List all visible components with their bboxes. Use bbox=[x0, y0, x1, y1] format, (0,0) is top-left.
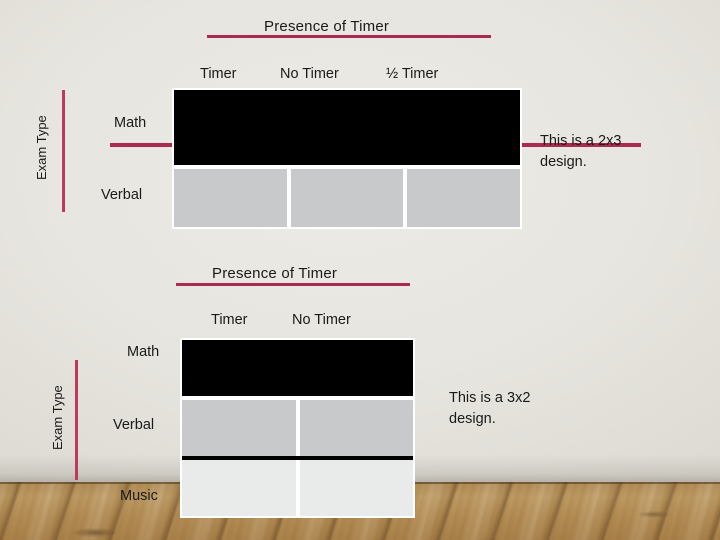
design-b-table bbox=[180, 338, 415, 518]
slide-canvas: Presence of Timer Timer No Timer ½ Timer… bbox=[0, 0, 720, 540]
design-a-cell-1-2 bbox=[407, 168, 521, 227]
design-b-cell-2-0 bbox=[182, 460, 296, 516]
design-a-note-line-1: This is a 2x3 bbox=[540, 133, 622, 149]
design-b-note-line-1: This is a 3x2 bbox=[449, 390, 531, 406]
design-a-table bbox=[172, 88, 522, 229]
design-b-axis-label: Exam Type bbox=[50, 385, 65, 450]
design-a-left-connector bbox=[110, 143, 173, 147]
design-b-title-underline bbox=[176, 283, 410, 286]
design-a-axis-label: Exam Type bbox=[34, 115, 49, 180]
design-a-row-label-1: Verbal bbox=[101, 187, 143, 203]
design-b-cell-0-0 bbox=[182, 340, 298, 396]
design-a-cell-0-2 bbox=[404, 90, 520, 165]
design-a-column-header-1: No Timer bbox=[280, 66, 339, 82]
design-b-axis-rule bbox=[75, 360, 78, 480]
design-a-table-row bbox=[174, 90, 520, 165]
design-a-cell-0-0 bbox=[174, 90, 290, 165]
design-a-row-label-0: Math bbox=[114, 115, 147, 131]
design-a-column-header-2: ½ Timer bbox=[386, 66, 439, 82]
design-a-cell-1-1 bbox=[290, 168, 404, 227]
design-b-row-label-2: Music bbox=[120, 488, 158, 504]
design-a-cell-0-1 bbox=[289, 90, 405, 165]
design-b-note-line-2: design. bbox=[449, 411, 496, 427]
design-b-row-label-1: Verbal bbox=[113, 417, 155, 433]
design-a-table-row bbox=[174, 168, 521, 227]
design-b-row-label-0: Math bbox=[127, 344, 160, 360]
design-a-cell-1-0 bbox=[174, 168, 287, 227]
design-a-title: Presence of Timer bbox=[264, 18, 390, 35]
design-b-column-header-1: No Timer bbox=[292, 312, 351, 328]
design-b-table-row bbox=[182, 340, 413, 396]
design-a-column-header-0: Timer bbox=[200, 66, 237, 82]
design-a-title-underline bbox=[207, 35, 491, 38]
design-a-axis-rule bbox=[62, 90, 65, 212]
design-b-column-header-0: Timer bbox=[211, 312, 248, 328]
design-b-table-row bbox=[182, 460, 413, 516]
design-b-cell-2-1 bbox=[299, 460, 413, 516]
design-b-cell-1-0 bbox=[182, 400, 296, 456]
design-b-table-row bbox=[182, 400, 413, 456]
design-b-title: Presence of Timer bbox=[212, 265, 338, 282]
design-b-cell-1-1 bbox=[299, 400, 413, 456]
design-a-note-line-2: design. bbox=[540, 154, 587, 170]
design-b-cell-0-1 bbox=[297, 340, 413, 396]
